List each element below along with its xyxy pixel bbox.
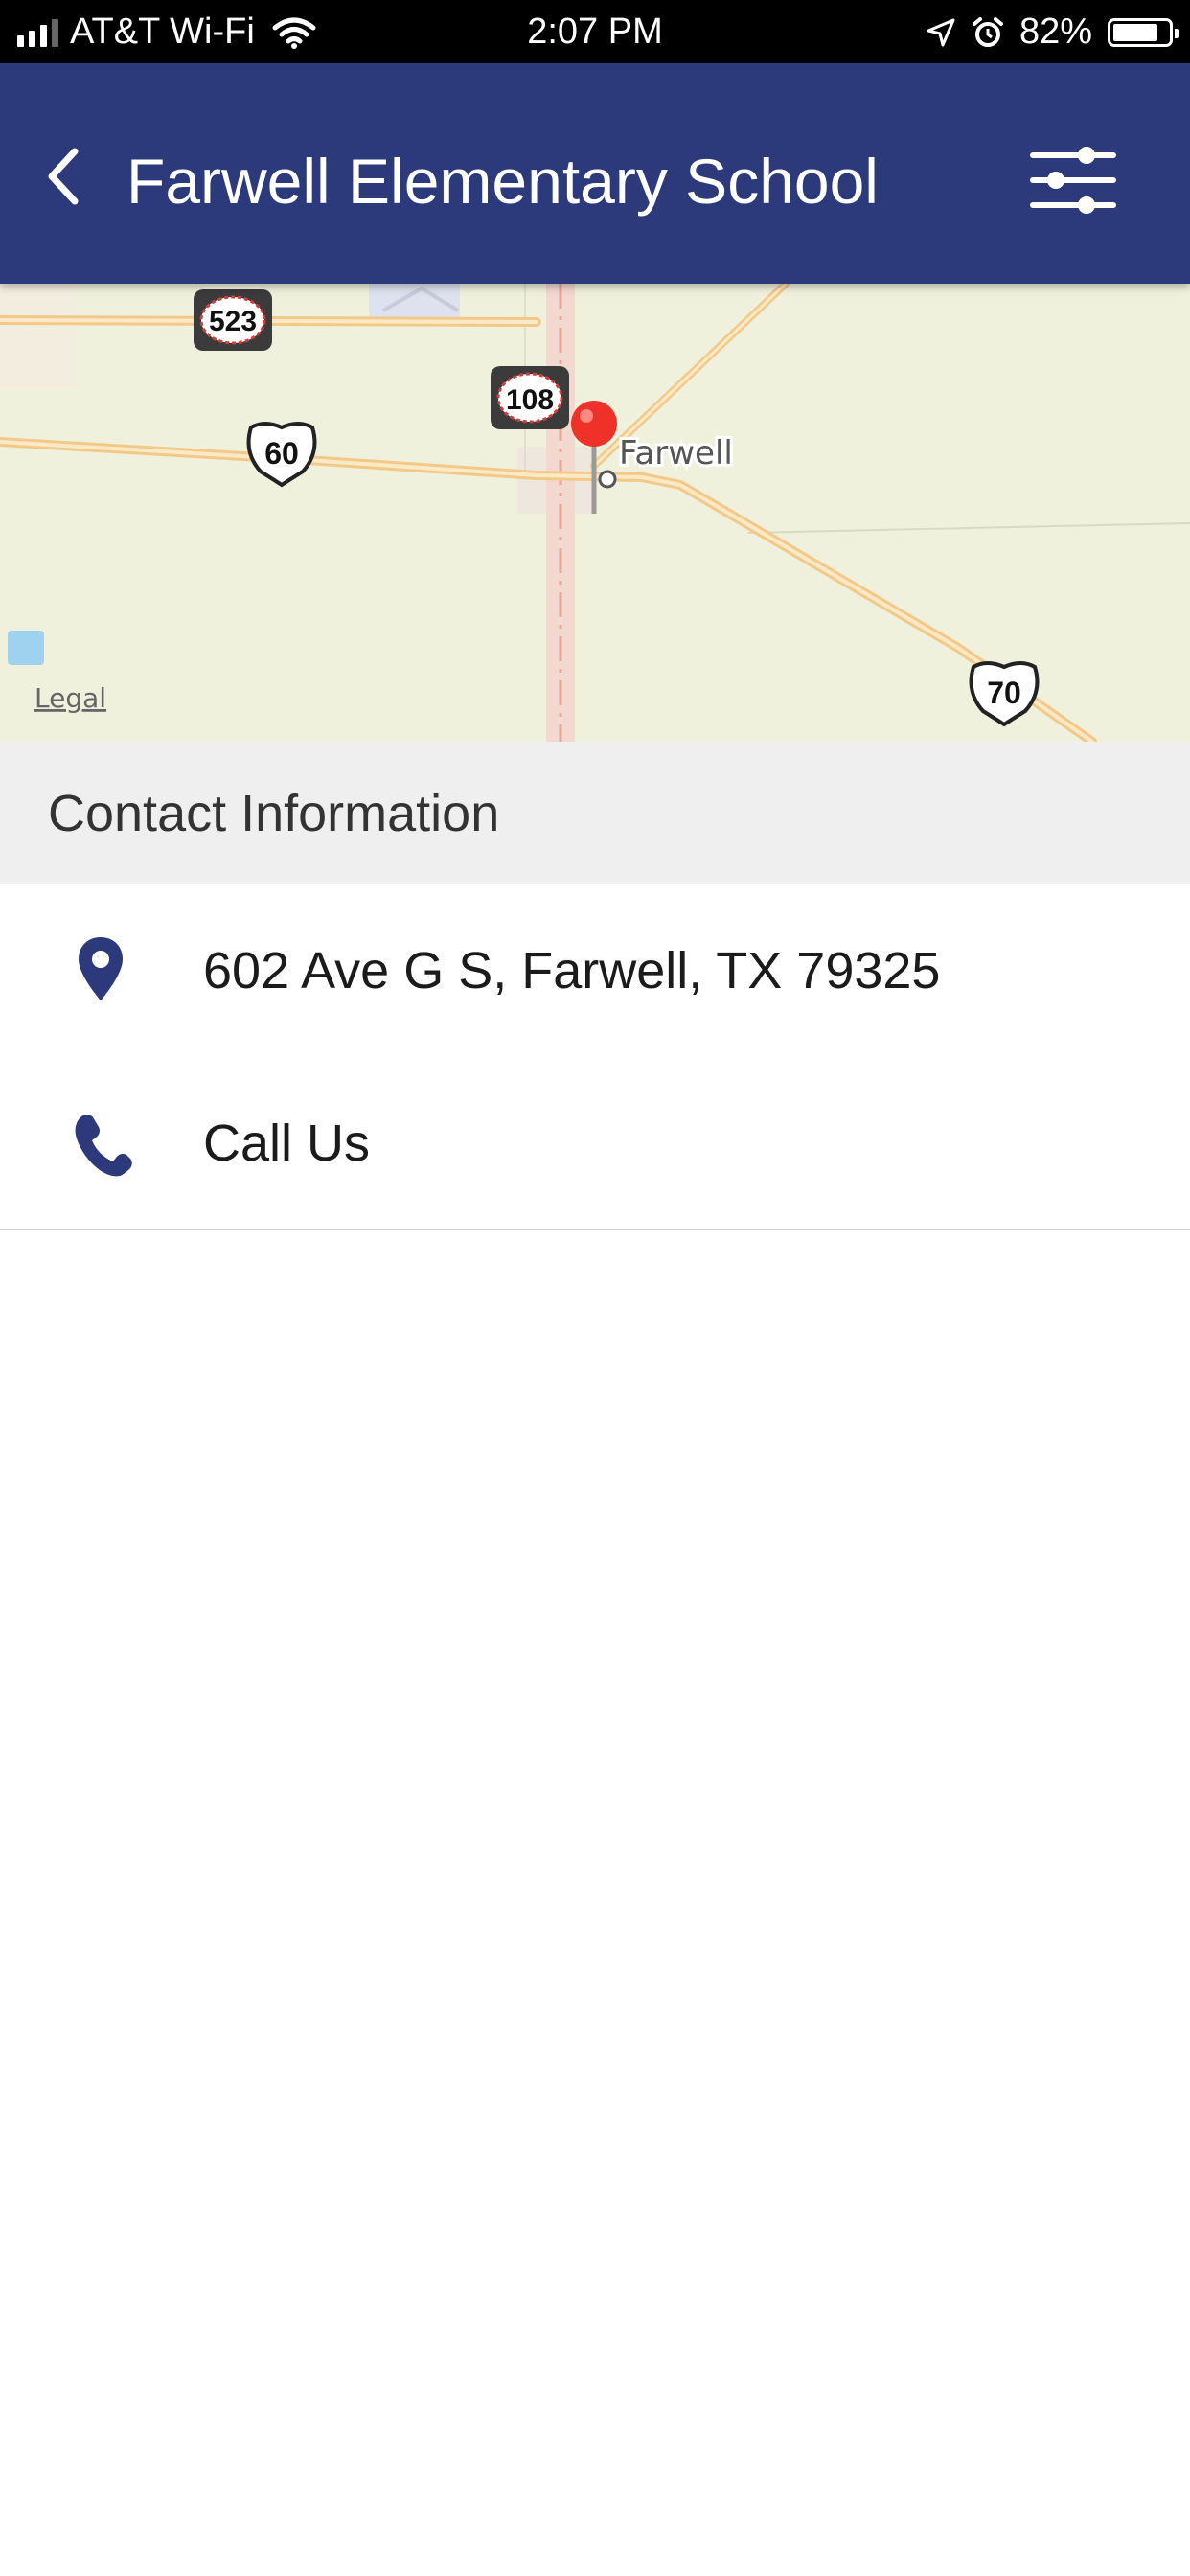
status-bar: AT&T Wi-Fi 2:07 PM 82% <box>0 0 1190 63</box>
sliders-icon <box>1030 147 1116 214</box>
page-title: Farwell Elementary School <box>126 146 879 217</box>
map-pin-icon <box>79 937 123 1000</box>
shield-70-label: 70 <box>987 676 1021 710</box>
battery-tip <box>1175 28 1179 38</box>
battery-icon <box>1108 17 1179 47</box>
phone-icon <box>75 1115 132 1177</box>
shield-523-label: 523 <box>209 306 257 337</box>
address-row[interactable]: 602 Ave G S, Farwell, TX 79325 <box>0 884 1190 1058</box>
call-us-text: Call Us <box>203 1115 371 1172</box>
nav-bar: Farwell Elementary School <box>0 63 1190 284</box>
map-canvas: 523 108 60 70 Farwell Legal <box>0 284 1190 742</box>
address-text: 602 Ave G S, Farwell, TX 79325 <box>203 942 941 1000</box>
chevron-left-icon <box>48 148 79 205</box>
battery-level-fill <box>1113 23 1157 41</box>
filter-button[interactable] <box>1029 142 1117 218</box>
section-title: Contact Information <box>48 785 500 842</box>
town-dot-icon <box>598 470 617 489</box>
call-row[interactable]: Call Us <box>0 1056 1190 1230</box>
map-view[interactable]: 523 108 60 70 Farwell Legal <box>0 284 1190 742</box>
contact-section-header: Contact Information <box>0 742 1190 884</box>
route-shield-523: 523 <box>194 289 272 351</box>
battery-percent: 82% <box>1018 12 1092 52</box>
legal-link[interactable]: Legal <box>34 682 106 714</box>
status-right: 82% <box>926 12 1179 53</box>
location-arrow-icon <box>927 18 955 46</box>
shield-108-label: 108 <box>506 384 554 416</box>
map-place-label: Farwell <box>619 434 733 472</box>
route-shield-108: 108 <box>491 366 569 429</box>
alarm-icon <box>972 16 1003 47</box>
shield-60-label: 60 <box>264 436 299 471</box>
back-button[interactable] <box>34 138 92 215</box>
